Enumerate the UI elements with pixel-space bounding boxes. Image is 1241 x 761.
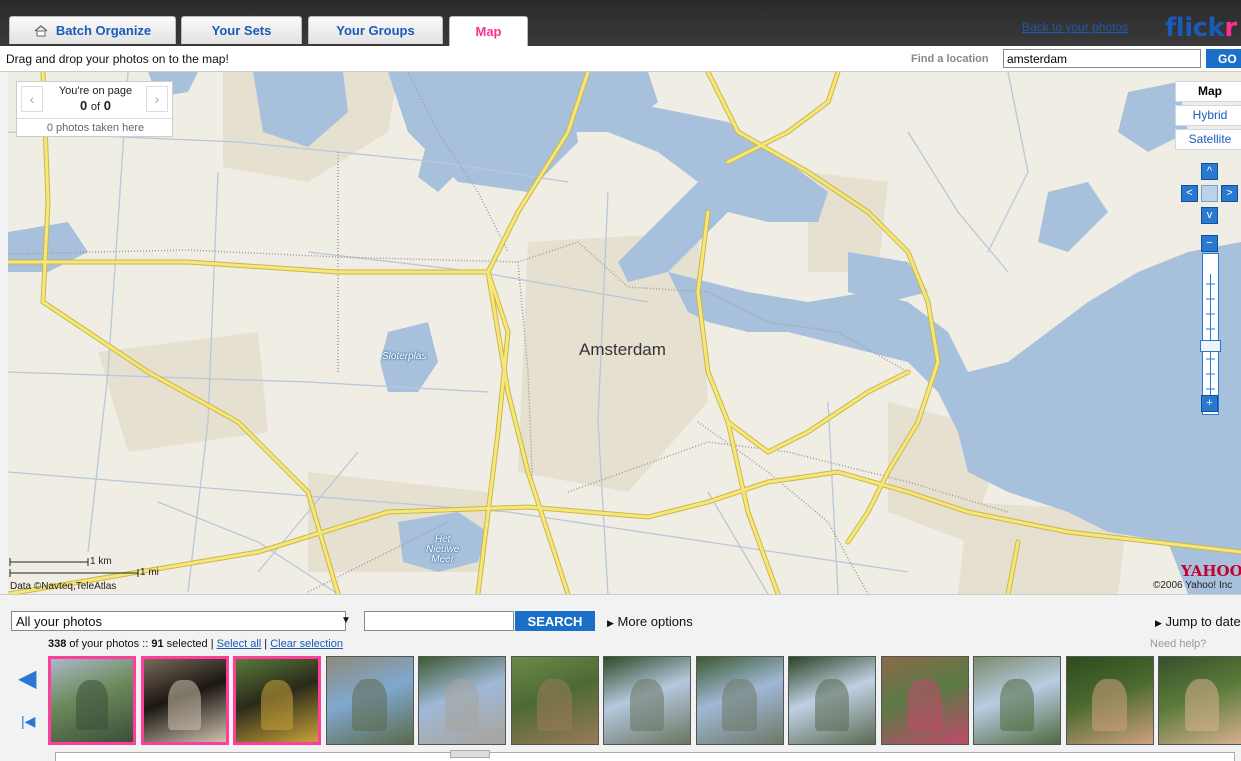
- thumbnail-image: [1184, 678, 1220, 731]
- scale-mi-label: 1 mi: [140, 567, 159, 578]
- zoom-slider-track[interactable]: [1202, 253, 1219, 415]
- instruction-text: Drag and drop your photos on to the map!: [6, 52, 229, 66]
- thumbnail-image: [352, 678, 387, 731]
- thumbnail-scroll-handle[interactable]: [450, 750, 490, 758]
- dropdown-arrow-icon: ▼: [341, 615, 351, 626]
- thumbnail-scrollbar[interactable]: [55, 752, 1235, 761]
- more-options-toggle[interactable]: ▶ More options: [607, 614, 693, 629]
- selection-summary: 338 of your photos :: 91 selected | Sele…: [48, 638, 343, 650]
- strip-prev-icon[interactable]: ◀: [18, 664, 36, 693]
- yahoo-logo: YAHOO: [1181, 562, 1241, 580]
- search-button[interactable]: SEARCH: [515, 611, 595, 631]
- thumbnail-image: [814, 678, 850, 731]
- valley-photo[interactable]: [325, 656, 414, 745]
- zoom-slider-handle[interactable]: [1200, 340, 1221, 352]
- tab-label: Map: [475, 24, 502, 39]
- go-button[interactable]: GO: [1206, 49, 1241, 68]
- find-location-input[interactable]: [1003, 49, 1201, 68]
- family-photo[interactable]: [880, 656, 969, 745]
- pan-right-icon[interactable]: >: [1221, 185, 1238, 202]
- night-building-photo[interactable]: [233, 656, 321, 745]
- photos-taken-here: 0 photos taken here: [17, 118, 174, 134]
- photo-filter-select[interactable]: All your photos ▼: [11, 611, 351, 631]
- thumbnail-image: [907, 678, 942, 731]
- map-type-hybrid-button[interactable]: Hybrid: [1175, 105, 1241, 126]
- thumbnail-strip: [48, 656, 1241, 746]
- photo-search-input[interactable]: [364, 611, 514, 631]
- select-all-link[interactable]: Select all: [217, 638, 262, 650]
- clear-selection-link[interactable]: Clear selection: [270, 638, 343, 650]
- map-type-map-button[interactable]: Map: [1175, 81, 1241, 102]
- zoom-ticks: [1206, 274, 1215, 399]
- pan-up-icon[interactable]: ^: [1201, 163, 1218, 180]
- flickr-organizr-window: Batch Organize Your Sets Your Groups Map…: [0, 0, 1241, 761]
- thumbnail-image: [260, 679, 294, 730]
- map-copyright: ©2006 Yahoo! Inc: [1153, 580, 1233, 591]
- tab-your-groups[interactable]: Your Groups: [308, 16, 443, 44]
- map-canvas: [8, 72, 1241, 594]
- lake-label-het-nieuwe-meer: Het Nieuwe Meer: [426, 534, 460, 565]
- thumbnail-image: [168, 679, 201, 730]
- boy-portrait-photo-2[interactable]: [1158, 656, 1241, 745]
- scale-km-label: 1 km: [90, 556, 112, 567]
- canal-photo[interactable]: [48, 656, 136, 745]
- pager-page-number: 0 of 0: [80, 98, 111, 113]
- waterfall-photo-2[interactable]: [695, 656, 784, 745]
- pan-center-icon[interactable]: [1201, 185, 1218, 202]
- map-data-credit: Data ©Navteq,TeleAtlas: [10, 581, 117, 592]
- zoom-in-icon[interactable]: +: [1201, 395, 1218, 412]
- waterfall-photo-3[interactable]: [788, 656, 876, 745]
- waterfall-photo[interactable]: [603, 656, 691, 745]
- person-bench-photo[interactable]: [510, 656, 599, 745]
- thumbnail-image: [999, 678, 1035, 731]
- thumbnail-image: [629, 678, 665, 731]
- map-type-satellite-button[interactable]: Satellite: [1175, 129, 1241, 150]
- tab-your-sets[interactable]: Your Sets: [181, 16, 302, 44]
- pan-left-icon[interactable]: <: [1181, 185, 1198, 202]
- thumbnail-image: [444, 678, 480, 731]
- zoom-out-icon[interactable]: −: [1201, 235, 1218, 252]
- thumbnail-image: [537, 678, 572, 731]
- city-label: Amsterdam: [579, 340, 666, 359]
- pager-caption: You're on page: [58, 85, 133, 97]
- thumbnail-image: [1092, 678, 1127, 731]
- tab-label: Your Groups: [336, 23, 415, 38]
- strip-first-icon[interactable]: |◀: [21, 713, 35, 730]
- lake-label-sloterplas: Sloterplas: [382, 351, 427, 362]
- need-help-link[interactable]: Need help?: [1150, 638, 1206, 650]
- thumbnail-image: [722, 678, 757, 731]
- map-pager: ‹ › You're on page 0 of 0 0 photos taken…: [16, 81, 174, 137]
- photo-tray: All your photos ▼ SEARCH ▶ More options …: [0, 594, 1241, 761]
- tab-label: Batch Organize: [55, 23, 152, 38]
- photo-filter-value: All your photos: [16, 614, 102, 629]
- flickr-logo: flickr: [1165, 13, 1237, 43]
- trees-photo[interactable]: [973, 656, 1061, 745]
- tab-batch-organize[interactable]: Batch Organize: [9, 16, 176, 44]
- back-to-photos-link[interactable]: Back to your photos: [1022, 20, 1128, 34]
- tab-map[interactable]: Map: [449, 16, 528, 46]
- tab-label: Your Sets: [211, 23, 272, 38]
- find-location-label: Find a location: [911, 53, 989, 65]
- statue-photo[interactable]: [140, 656, 229, 745]
- map-view[interactable]: Amsterdam Sloterplas Het Nieuwe Meer 1 k…: [8, 72, 1241, 594]
- boy-portrait-photo[interactable]: [1065, 656, 1154, 745]
- thumbnail-image: [75, 679, 109, 730]
- instruction-bar: Drag and drop your photos on to the map!…: [0, 46, 1241, 72]
- home-icon: [34, 24, 48, 37]
- triangle-right-icon: ▶: [607, 618, 614, 628]
- cliff-photo[interactable]: [418, 656, 506, 745]
- triangle-right-icon: ▶: [1155, 618, 1162, 628]
- top-tab-bar: Batch Organize Your Sets Your Groups Map…: [0, 0, 1241, 46]
- pan-down-icon[interactable]: v: [1201, 207, 1218, 224]
- jump-to-date-toggle[interactable]: ▶ Jump to date: [1155, 614, 1241, 629]
